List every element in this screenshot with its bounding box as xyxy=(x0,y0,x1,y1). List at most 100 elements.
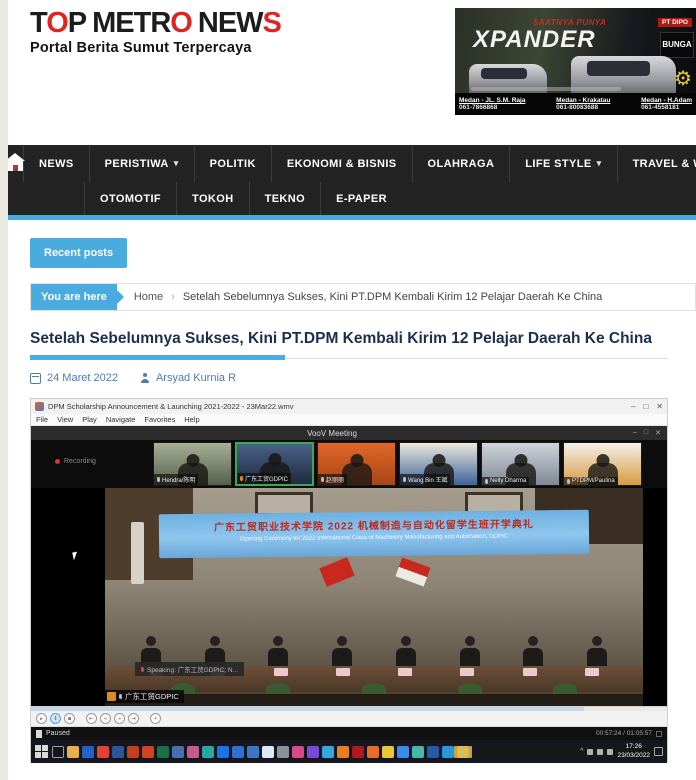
taskbar-app-icon[interactable] xyxy=(307,746,319,758)
taskbar-app-icon[interactable] xyxy=(427,746,439,758)
player-menu-item[interactable]: View xyxy=(57,415,73,424)
taskbar-app-icon[interactable] xyxy=(442,746,454,758)
taskbar-app-icon[interactable] xyxy=(262,746,274,758)
system-tray: ^ 17:26 23/03/2022 xyxy=(580,743,663,760)
participant-thumbnail[interactable]: Wang Bin 王斌 xyxy=(399,442,478,486)
participant-thumbnail[interactable]: PTDPM/Paulina xyxy=(563,442,642,486)
player-control-button[interactable]: » xyxy=(114,713,125,724)
taskbar-app-icon[interactable] xyxy=(367,746,379,758)
notification-center-icon[interactable] xyxy=(654,747,663,756)
network-icon[interactable] xyxy=(587,749,593,755)
maximize-icon[interactable]: □ xyxy=(643,402,648,411)
task-view-button[interactable] xyxy=(52,746,64,758)
start-button[interactable] xyxy=(35,745,49,759)
player-control-button[interactable]: • xyxy=(150,713,161,724)
minimize-icon[interactable]: – xyxy=(633,429,637,437)
taskbar-app-icon[interactable] xyxy=(352,746,364,758)
participant-thumbnail[interactable]: Hendra/陈明 xyxy=(153,442,232,486)
nav-item-life-style[interactable]: LIFE STYLE▾ xyxy=(509,145,616,182)
nav-item-politik[interactable]: POLITIK xyxy=(194,145,271,182)
main-nav: NEWS PERISTIWA▾ POLITIK EKONOMI & BISNIS… xyxy=(8,145,696,220)
nav-item-olahraga[interactable]: OLAHRAGA xyxy=(412,145,510,182)
nav-item-epaper[interactable]: E-PAPER xyxy=(320,182,402,215)
taskbar-app-icon[interactable] xyxy=(127,746,139,758)
taskbar-clock[interactable]: 17:26 23/03/2022 xyxy=(617,743,650,760)
taskbar-app-icon[interactable] xyxy=(247,746,259,758)
nav-row-1: NEWS PERISTIWA▾ POLITIK EKONOMI & BISNIS… xyxy=(8,145,696,182)
banner-english-text: Opening Ceremony for 2022 International … xyxy=(159,533,589,544)
taskbar-app-icon[interactable] xyxy=(322,746,334,758)
nav-item-news[interactable]: NEWS xyxy=(23,145,89,182)
taskbar-app-icon[interactable] xyxy=(157,746,169,758)
player-menu-item[interactable]: Navigate xyxy=(106,415,136,424)
player-control-button[interactable]: ■ xyxy=(64,713,75,724)
player-control-button[interactable]: ▸ xyxy=(36,713,47,724)
volume-icon[interactable] xyxy=(597,749,603,755)
player-menu-item[interactable]: Help xyxy=(184,415,199,424)
logo-title: TOPMETRONEWS xyxy=(30,8,281,38)
taskbar-app-icon[interactable] xyxy=(172,746,184,758)
taskbar-app-icon[interactable] xyxy=(112,746,124,758)
taskbar-app-icon[interactable] xyxy=(292,746,304,758)
nav-item-peristiwa[interactable]: PERISTIWA▾ xyxy=(89,145,194,182)
player-window-controls: – □ ✕ xyxy=(631,402,663,411)
taskbar-app-icon[interactable] xyxy=(397,746,409,758)
player-control-button[interactable]: ⇥ xyxy=(128,713,139,724)
battery-icon[interactable] xyxy=(607,749,613,755)
recording-label: Recording xyxy=(64,458,96,465)
ad-promo-box: BUNGA xyxy=(660,32,694,58)
participant-thumbnail[interactable]: Nelly Dharma xyxy=(481,442,560,486)
service-gear-icon: ⚙ xyxy=(674,66,692,91)
nav-item-tokoh[interactable]: TOKOH xyxy=(176,182,249,215)
breadcrumb-home-link[interactable]: Home xyxy=(134,291,163,303)
nav-item-otomotif[interactable]: OTOMOTIF xyxy=(84,182,176,215)
taskbar-app-icon[interactable] xyxy=(232,746,244,758)
player-menu-item[interactable]: File xyxy=(36,415,48,424)
taskbar-app-icon[interactable] xyxy=(382,746,394,758)
player-menu-item[interactable]: Play xyxy=(82,415,97,424)
main-video-feed[interactable]: 广东工贸职业技术学院 2022 机械制造与自动化留学生班开学典礼 Opening… xyxy=(31,488,667,706)
taskbar-app-icon[interactable] xyxy=(82,746,94,758)
participant-name-label: 赵丽丽 xyxy=(318,474,347,485)
participant-thumbnail[interactable]: 广东工贸GDPIC xyxy=(235,442,314,486)
chevron-down-icon: ▾ xyxy=(174,158,179,169)
taskbar-app-icon[interactable] xyxy=(187,746,199,758)
timecode: 00:57:24 / 01:05:57 xyxy=(596,730,652,737)
maximize-icon[interactable]: □ xyxy=(644,429,648,437)
close-icon[interactable]: ✕ xyxy=(656,402,663,411)
close-icon[interactable]: ✕ xyxy=(655,429,661,437)
ad-dealer-badge: PT DIPO xyxy=(658,18,692,27)
taskbar-app-icon[interactable] xyxy=(412,746,424,758)
article-image-player-window: DPM Scholarship Announcement & Launching… xyxy=(30,398,668,762)
ad-location: Medan - Krakatau 061-80083688 xyxy=(556,97,610,111)
participant-thumbnail[interactable]: 赵丽丽 xyxy=(317,442,396,486)
tray-expand-icon[interactable]: ^ xyxy=(580,748,583,755)
taskbar-app-icon[interactable] xyxy=(97,746,109,758)
nav-item-ekonomi-bisnis[interactable]: EKONOMI & BISNIS xyxy=(271,145,412,182)
attendee-figure xyxy=(458,636,482,670)
player-control-button[interactable]: ‖ xyxy=(50,713,61,724)
player-control-button[interactable]: « xyxy=(100,713,111,724)
recent-posts-button[interactable]: Recent posts xyxy=(30,238,127,268)
taskbar-app-icon[interactable] xyxy=(217,746,229,758)
taskbar-app-icon[interactable] xyxy=(277,746,289,758)
taskbar-app-icon[interactable] xyxy=(202,746,214,758)
voov-meeting-window: VooV Meeting – □ ✕ Recording Hendra/陈明 xyxy=(31,426,667,706)
breadcrumb-arrow xyxy=(117,290,124,304)
ad-banner[interactable]: SAATNYA PUNYA XPANDER PT DIPO BUNGA ⚙ Me… xyxy=(455,8,696,115)
nav-item-travel-wisata[interactable]: TRAVEL & WISATA xyxy=(617,145,696,182)
minimize-icon[interactable]: – xyxy=(631,402,635,411)
nav-item-tekno[interactable]: TEKNO xyxy=(249,182,321,215)
nav-item-home[interactable] xyxy=(8,145,23,182)
attendee-figure xyxy=(266,636,290,670)
media-player-icon xyxy=(35,402,44,411)
taskbar-app-icon[interactable] xyxy=(142,746,154,758)
taskbar-app-icon[interactable] xyxy=(337,746,349,758)
site-logo[interactable]: TOPMETRONEWS Portal Berita Sumut Terperc… xyxy=(30,8,281,56)
player-control-button[interactable]: ⇤ xyxy=(86,713,97,724)
taskbar-app-icon[interactable] xyxy=(457,746,469,758)
player-menu-item[interactable]: Favorites xyxy=(144,415,175,424)
china-flag xyxy=(319,557,354,587)
taskbar-app-icon[interactable] xyxy=(67,746,79,758)
article-author[interactable]: Arsyad Kurnia R xyxy=(140,372,236,384)
